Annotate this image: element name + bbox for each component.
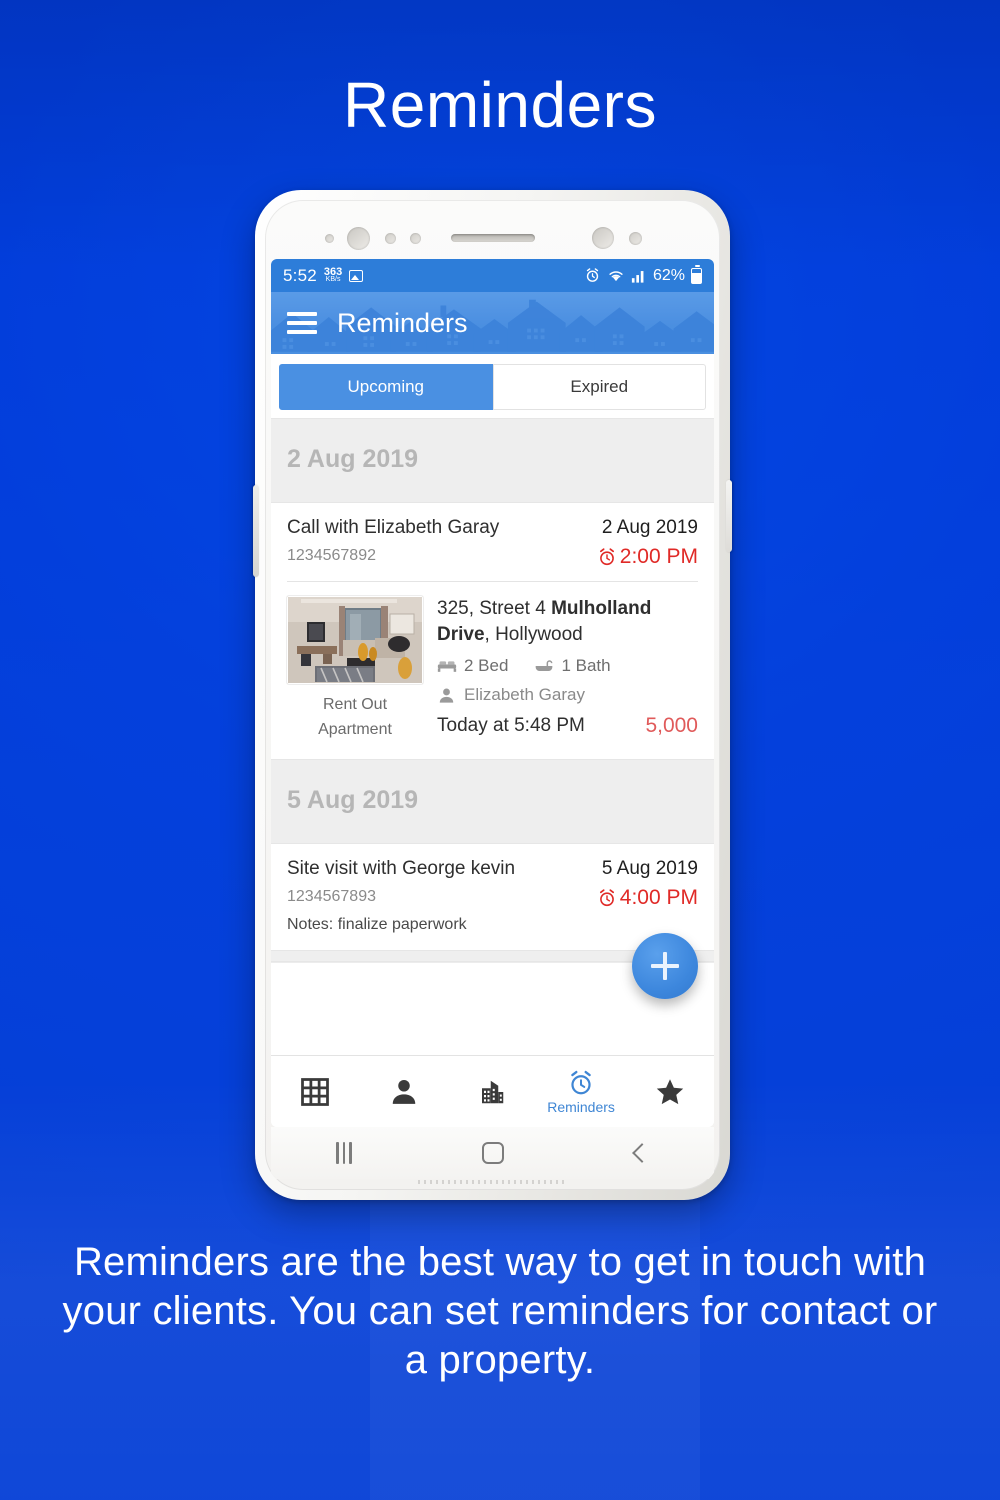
- reminder-title: Site visit with George kevin: [287, 857, 516, 879]
- property-type: Apartment: [318, 720, 392, 738]
- reminder-notes: Notes: finalize paperwork: [287, 915, 467, 933]
- back-icon[interactable]: [631, 1143, 652, 1163]
- alarm-clock-icon: [571, 1070, 591, 1094]
- property-thumbnail[interactable]: [287, 596, 423, 684]
- grid-icon: [301, 1077, 330, 1106]
- reminder-date: 5 Aug 2019: [601, 857, 698, 879]
- reminder-card[interactable]: Call with Elizabeth Garay 1234567892 2 A…: [271, 503, 714, 759]
- reminder-phone: 1234567893: [287, 887, 376, 905]
- tab-bar: Upcoming Expired: [271, 354, 714, 418]
- alarm-clock-icon: [599, 548, 614, 566]
- hamburger-menu-icon[interactable]: [287, 312, 317, 334]
- image-icon: [349, 269, 364, 282]
- section-header-date: 5 Aug 2019: [271, 758, 714, 844]
- bathtub-icon: [536, 660, 553, 672]
- property-owner: Elizabeth Garay: [437, 685, 698, 705]
- status-bar: 5:52 363 KB/s 62%: [271, 259, 714, 292]
- status-time: 5:52: [283, 265, 317, 285]
- recents-icon[interactable]: [336, 1142, 352, 1164]
- reminder-time: 4:00 PM: [619, 885, 698, 909]
- sensor-icon: [629, 232, 642, 245]
- owner-name: Elizabeth Garay: [464, 685, 585, 705]
- plus-icon: [651, 952, 679, 980]
- property-tags: Rent Out Apartment: [287, 693, 423, 743]
- property-address: 325, Street 4 Mulholland Drive, Hollywoo…: [437, 596, 698, 647]
- network-speed: 363 KB/s: [323, 265, 343, 284]
- property-updated: Today at 5:48 PM: [437, 715, 585, 737]
- reminder-card[interactable]: Site visit with George kevin 1234567893 …: [271, 843, 714, 950]
- reminder-title: Call with Elizabeth Garay: [287, 517, 500, 538]
- sensor-icon: [325, 234, 334, 243]
- nav-item-dashboard[interactable]: [271, 1077, 360, 1107]
- alarm-icon: [586, 268, 599, 282]
- nav-item-properties[interactable]: [448, 1077, 537, 1107]
- beds-label: 2 Bed: [464, 656, 509, 676]
- reminder-time-row: 4:00 PM: [597, 886, 698, 910]
- alarm-clock-icon: [599, 888, 614, 906]
- add-reminder-fab[interactable]: [632, 933, 698, 999]
- nav-item-reminders[interactable]: Reminders: [537, 1069, 626, 1115]
- battery-icon: [691, 264, 702, 284]
- nav-label-reminders: Reminders: [547, 1098, 615, 1115]
- property-baths: 1 Bath: [534, 656, 611, 676]
- reminders-list: 2 Aug 2019 Call with Elizabeth Garay 123…: [271, 418, 714, 1006]
- volume-button[interactable]: [253, 485, 259, 577]
- nav-item-contacts[interactable]: [360, 1077, 449, 1107]
- property-block[interactable]: Rent Out Apartment 325, Street 4 Mulholl…: [287, 582, 698, 759]
- apartment-interior-photo: [287, 596, 423, 684]
- property-deal-type: Rent Out: [322, 696, 388, 713]
- bottom-navigation-bar: Reminders: [271, 1055, 714, 1127]
- iris-scanner-icon: [592, 227, 614, 249]
- phone-screen: 5:52 363 KB/s 62% Reminders Upcoming Exp…: [271, 259, 714, 1127]
- property-beds: 2 Bed: [437, 656, 508, 676]
- battery-percent: 62%: [652, 266, 685, 284]
- building-icon: [482, 1080, 504, 1103]
- home-icon[interactable]: [482, 1142, 505, 1164]
- phone-top-bezel: [271, 206, 714, 259]
- baths-label: 1 Bath: [561, 656, 611, 676]
- speaker-grill: [417, 1180, 568, 1184]
- android-system-navigation: [271, 1127, 714, 1179]
- reminder-time: 2:00 PM: [619, 545, 698, 568]
- sensor-icon: [385, 233, 396, 244]
- reminder-time-row: 2:00 PM: [597, 545, 698, 569]
- front-camera-icon: [347, 227, 370, 250]
- nav-item-favorites[interactable]: [625, 1076, 714, 1108]
- page-title: Reminders: [343, 69, 657, 141]
- reminder-date: 2 Aug 2019: [601, 517, 698, 538]
- property-price: 5,000: [645, 714, 698, 738]
- tab-upcoming[interactable]: Upcoming: [279, 364, 493, 410]
- address-prefix: 325, Street 4: [437, 598, 552, 619]
- bed-icon: [437, 661, 457, 673]
- person-icon: [439, 688, 454, 703]
- section-header-date: 2 Aug 2019: [271, 418, 714, 503]
- signal-bars-icon: [631, 271, 644, 283]
- app-bar-title: Reminders: [337, 307, 468, 338]
- wifi-icon: [609, 271, 623, 282]
- phone-device-frame: 5:52 363 KB/s 62% Reminders Upcoming Exp…: [253, 190, 732, 1200]
- tab-expired[interactable]: Expired: [492, 364, 706, 410]
- earpiece-speaker: [450, 234, 535, 242]
- sensor-icon: [410, 233, 421, 244]
- address-suffix: , Hollywood: [484, 623, 583, 645]
- page-caption: Reminders are the best way to get in tou…: [62, 1240, 938, 1382]
- app-bar: Reminders: [271, 292, 714, 354]
- star-icon: [656, 1078, 683, 1104]
- reminder-phone: 1234567892: [287, 547, 376, 564]
- power-button[interactable]: [726, 480, 732, 552]
- person-icon: [392, 1079, 416, 1104]
- phone-bottom-chin: [271, 1179, 714, 1190]
